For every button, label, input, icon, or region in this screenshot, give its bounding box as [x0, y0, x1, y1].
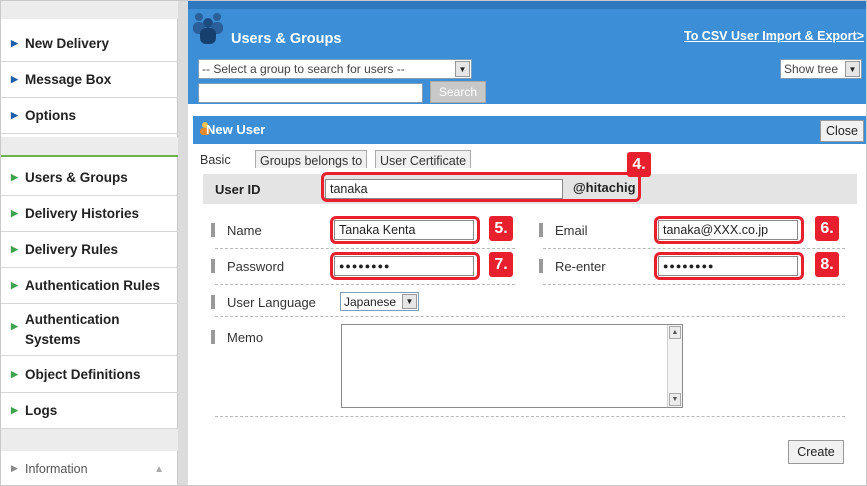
sidebar-item-information[interactable]: ▶ Information ▲: [1, 452, 178, 485]
tab-basic[interactable]: Basic: [196, 150, 235, 170]
new-user-panel: New User Close Basic Groups belongs to U…: [193, 116, 866, 482]
scroll-up-icon[interactable]: ▲: [669, 326, 681, 339]
chevron-down-icon: ▼: [402, 294, 417, 309]
group-select[interactable]: -- Select a group to search for users --…: [198, 59, 472, 79]
user-language-select[interactable]: Japanese ▼: [340, 292, 419, 311]
header: Users & Groups To CSV User Import & Expo…: [188, 1, 866, 104]
callout-box: [330, 216, 480, 244]
callout-badge: 8.: [815, 252, 839, 277]
chevron-down-icon: ▼: [455, 61, 470, 77]
memo-scrollbar[interactable]: ▲ ▼: [667, 325, 682, 407]
user-language-label: User Language: [211, 292, 316, 312]
users-group-icon: [193, 13, 223, 44]
sidebar-item-label: New Delivery: [25, 36, 110, 51]
sidebar-bottom-band: [1, 429, 178, 451]
callout-box: [321, 172, 641, 202]
panel-title: New User: [206, 122, 266, 137]
callout-badge: 6.: [815, 216, 839, 241]
triangle-right-icon: ▶: [11, 321, 18, 331]
divider: [543, 248, 845, 249]
sidebar-item-message-box[interactable]: ▶ Message Box: [1, 62, 178, 98]
sidebar-item-delivery-rules[interactable]: ▶ Delivery Rules: [1, 232, 178, 268]
sidebar-item-new-delivery[interactable]: ▶ New Delivery: [1, 26, 178, 62]
name-label: Name: [211, 220, 262, 240]
sidebar-item-delivery-histories[interactable]: ▶ Delivery Histories: [1, 196, 178, 232]
reenter-label: Re-enter: [539, 256, 606, 276]
sidebar-item-label: Users & Groups: [25, 170, 128, 185]
search-button[interactable]: Search: [430, 81, 486, 103]
sidebar-item-label: Message Box: [25, 72, 112, 87]
callout-box: [654, 216, 804, 244]
page-title: Users & Groups: [231, 31, 342, 47]
sidebar-item-options[interactable]: ▶ Options: [1, 98, 178, 134]
sidebar-section-divider: [1, 137, 178, 157]
collapse-up-icon[interactable]: ▲: [154, 464, 164, 475]
scroll-down-icon[interactable]: ▼: [669, 393, 681, 406]
divider: [215, 284, 515, 285]
memo-label: Memo: [211, 327, 263, 347]
csv-import-export-link[interactable]: To CSV User Import & Export>: [684, 29, 864, 43]
sidebar-item-object-definitions[interactable]: ▶ Object Definitions: [1, 357, 178, 393]
panel-header: New User Close: [193, 116, 866, 144]
triangle-right-icon: ▶: [11, 244, 18, 254]
sidebar: ▶ New Delivery ▶ Message Box ▶ Options ▶…: [1, 1, 178, 485]
password-label: Password: [211, 256, 284, 276]
sidebar-splitter[interactable]: [178, 1, 188, 485]
user-id-label: User ID: [215, 182, 261, 197]
divider: [543, 284, 845, 285]
sidebar-item-authentication-systems[interactable]: ▶ Authentication Systems: [1, 304, 178, 356]
sidebar-item-label: Authentication Rules: [25, 278, 161, 293]
sidebar-item-label: Authentication Systems: [25, 312, 120, 347]
sidebar-item-logs[interactable]: ▶ Logs: [1, 393, 178, 429]
sidebar-item-label: Information: [25, 461, 88, 476]
header-top-strip: [188, 1, 866, 9]
triangle-right-icon: ▶: [11, 405, 18, 415]
user-form: User ID tanaka @hitachig 4. Name Tanaka …: [203, 152, 857, 480]
close-button[interactable]: Close: [820, 120, 864, 142]
sidebar-item-label: Logs: [25, 403, 58, 418]
divider: [215, 416, 845, 417]
create-button[interactable]: Create: [788, 440, 844, 464]
memo-textarea[interactable]: ▲ ▼: [341, 324, 683, 408]
callout-badge: 5.: [489, 216, 513, 241]
sidebar-item-label: Object Definitions: [25, 367, 141, 382]
search-input[interactable]: [198, 83, 423, 103]
show-tree-value: Show tree: [784, 62, 839, 76]
triangle-right-icon: ▶: [11, 38, 18, 48]
user-language-value: Japanese: [344, 294, 397, 309]
group-select-value: -- Select a group to search for users --: [202, 62, 405, 76]
triangle-right-icon: ▶: [11, 369, 18, 379]
sidebar-item-label: Delivery Histories: [25, 206, 140, 221]
tab-groups-belongs-to[interactable]: Groups belongs to: [255, 150, 368, 170]
email-label: Email: [539, 220, 588, 240]
triangle-right-icon: ▶: [11, 280, 18, 290]
callout-badge: 7.: [489, 252, 513, 277]
sidebar-item-authentication-rules[interactable]: ▶ Authentication Rules: [1, 268, 178, 304]
callout-badge: 4.: [627, 152, 651, 177]
triangle-right-icon: ▶: [11, 208, 18, 218]
callout-box: [654, 252, 804, 280]
triangle-right-icon: ▶: [11, 463, 18, 473]
callout-box: [330, 252, 480, 280]
tab-user-certificate[interactable]: User Certificate: [375, 150, 472, 170]
sidebar-item-users-groups[interactable]: ▶ Users & Groups: [1, 160, 178, 196]
divider: [215, 316, 845, 317]
sidebar-item-label: Options: [25, 108, 76, 123]
chevron-down-icon: ▼: [845, 61, 860, 77]
triangle-right-icon: ▶: [11, 74, 18, 84]
triangle-right-icon: ▶: [11, 110, 18, 120]
sidebar-item-label: Delivery Rules: [25, 242, 119, 257]
sidebar-top-band: [1, 1, 178, 19]
show-tree-select[interactable]: Show tree ▼: [780, 59, 862, 79]
triangle-right-icon: ▶: [11, 172, 18, 182]
divider: [215, 248, 515, 249]
